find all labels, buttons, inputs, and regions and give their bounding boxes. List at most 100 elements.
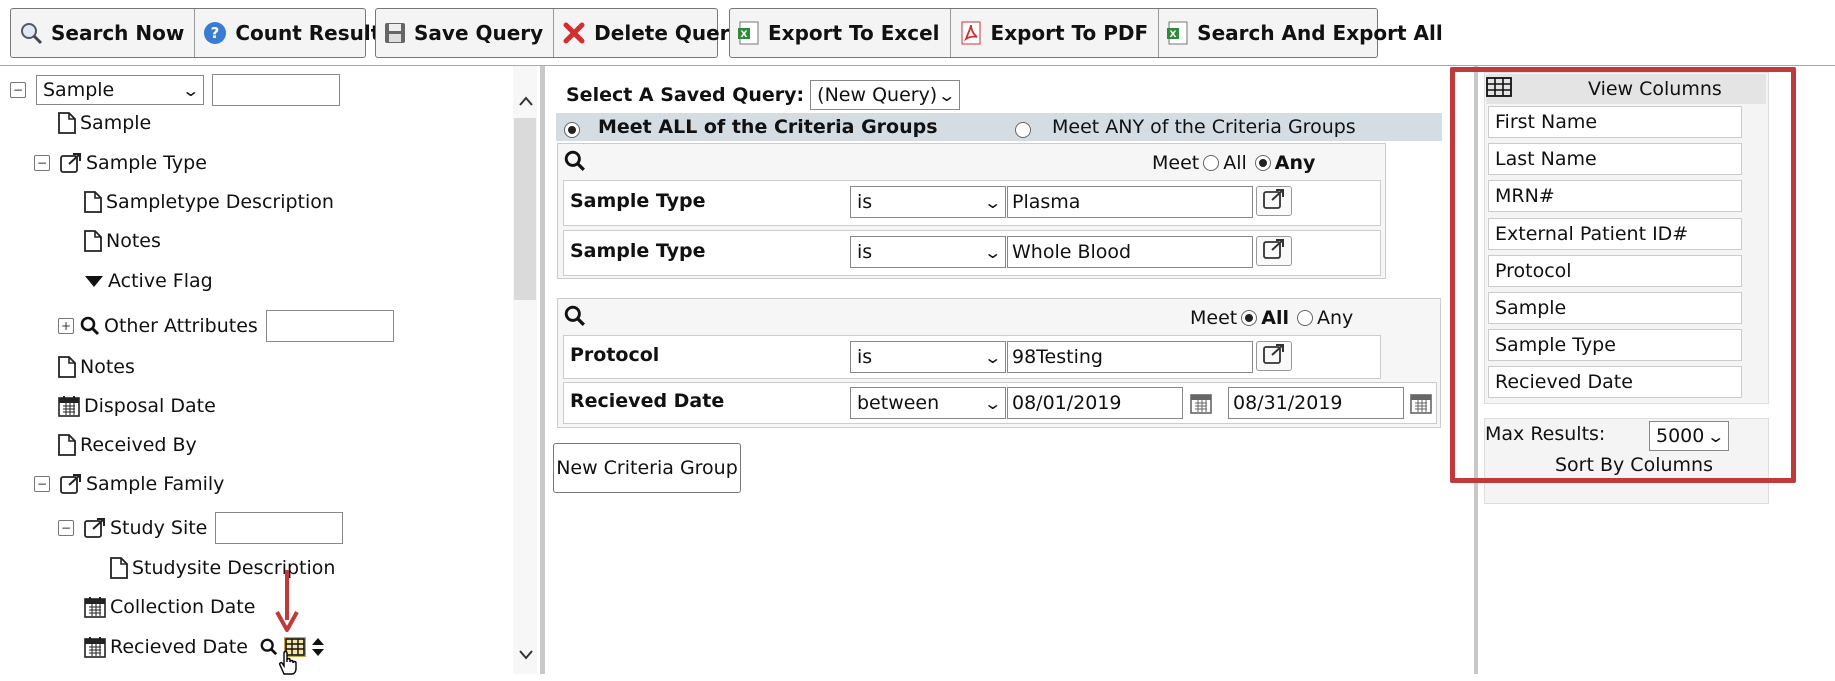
operator-value: is bbox=[857, 346, 873, 368]
collapse-icon[interactable]: − bbox=[58, 520, 74, 536]
delete-query-button[interactable]: Delete Query bbox=[554, 9, 752, 57]
match-any-radio[interactable] bbox=[1296, 310, 1313, 326]
external-link-icon bbox=[1263, 343, 1285, 370]
tree-item-notes[interactable]: Notes bbox=[84, 230, 161, 252]
magnifier-icon bbox=[564, 305, 586, 332]
tree-item-sample[interactable]: Sample bbox=[58, 112, 151, 134]
tree-item-received-by[interactable]: Received By bbox=[58, 434, 197, 456]
date-from-input[interactable]: 08/01/2019 bbox=[1007, 387, 1183, 419]
calendar-icon bbox=[84, 636, 106, 658]
tree-item-notes[interactable]: Notes bbox=[58, 356, 135, 378]
document-icon bbox=[58, 112, 76, 134]
calendar-icon bbox=[58, 395, 80, 417]
collapse-icon[interactable]: − bbox=[10, 82, 26, 98]
criteria-row: Sample Type is ⌄ Plasma bbox=[563, 180, 1381, 226]
tree-item-other-attributes[interactable]: + Other Attributes bbox=[58, 310, 394, 342]
meet-any-groups-radio[interactable] bbox=[1015, 118, 1031, 140]
magnifier-icon bbox=[19, 21, 43, 45]
document-icon bbox=[84, 230, 102, 252]
external-link-icon bbox=[60, 473, 82, 495]
excel-icon: X bbox=[738, 21, 760, 45]
pdf-icon bbox=[959, 21, 983, 45]
criteria-value-input[interactable]: Whole Blood bbox=[1007, 236, 1253, 268]
excel-icon: X bbox=[1167, 21, 1189, 45]
hand-cursor-icon bbox=[276, 650, 302, 681]
study-site-input[interactable] bbox=[215, 512, 344, 544]
root-filter-input[interactable] bbox=[212, 74, 340, 106]
date-to-input[interactable]: 08/31/2019 bbox=[1228, 387, 1404, 419]
search-button-group: Search Now ? Count Results bbox=[10, 8, 392, 58]
saved-query-value: (New Query) bbox=[817, 84, 938, 106]
count-results-button[interactable]: ? Count Results bbox=[195, 9, 402, 57]
query-button-group: Save Query Delete Query bbox=[375, 8, 743, 58]
collapse-icon[interactable]: − bbox=[34, 155, 50, 171]
tree-item-active-flag[interactable]: Active Flag bbox=[84, 270, 213, 292]
scroll-up-icon[interactable] bbox=[519, 90, 533, 111]
criteria-value-input[interactable]: 98Testing bbox=[1007, 341, 1253, 373]
tree-item-label: Recieved Date bbox=[110, 636, 248, 658]
search-now-button[interactable]: Search Now bbox=[11, 9, 196, 57]
lookup-button[interactable] bbox=[1256, 186, 1292, 216]
new-criteria-group-button[interactable]: New Criteria Group bbox=[553, 443, 741, 493]
chevron-down-icon: ⌄ bbox=[180, 80, 200, 100]
operator-select[interactable]: is ⌄ bbox=[850, 186, 1006, 218]
operator-select[interactable]: is ⌄ bbox=[850, 236, 1006, 268]
calendar-icon[interactable] bbox=[1190, 392, 1212, 419]
tree-item-study-site[interactable]: − Study Site bbox=[58, 512, 344, 544]
tree-item-sample-type[interactable]: − Sample Type bbox=[34, 152, 207, 174]
external-link-icon bbox=[1263, 238, 1285, 265]
red-x-icon bbox=[562, 21, 586, 45]
saved-query-label: Select A Saved Query: bbox=[566, 84, 805, 106]
chevron-down-icon: ⌄ bbox=[982, 192, 1002, 212]
search-now-label: Search Now bbox=[51, 21, 185, 45]
tree-item-studysite-description[interactable]: Studysite Description bbox=[110, 557, 335, 579]
criteria-row: Protocol is ⌄ 98Testing bbox=[563, 335, 1381, 379]
sort-icon[interactable] bbox=[311, 637, 325, 657]
caret-down-icon bbox=[84, 274, 104, 288]
other-attributes-input[interactable] bbox=[265, 310, 394, 342]
new-criteria-group-label: New Criteria Group bbox=[556, 457, 738, 479]
external-link-icon bbox=[60, 152, 82, 174]
operator-value: between bbox=[857, 392, 940, 414]
export-pdf-label: Export To PDF bbox=[990, 21, 1149, 45]
lookup-button[interactable] bbox=[1256, 341, 1292, 371]
count-results-label: Count Results bbox=[235, 21, 393, 45]
root-entity-select[interactable]: Sample ⌄ bbox=[36, 75, 204, 105]
criteria-field-label: Sample Type bbox=[570, 190, 706, 212]
export-pdf-button[interactable]: Export To PDF bbox=[951, 9, 1160, 57]
search-export-all-button[interactable]: X Search And Export All bbox=[1159, 9, 1453, 57]
criteria-value-input[interactable]: Plasma bbox=[1007, 186, 1253, 218]
external-link-icon bbox=[1263, 188, 1285, 215]
scroll-down-icon[interactable] bbox=[519, 643, 533, 665]
tree-item-sample-family[interactable]: − Sample Family bbox=[34, 473, 224, 495]
export-excel-button[interactable]: X Export To Excel bbox=[730, 9, 951, 57]
match-all-radio[interactable] bbox=[1203, 155, 1220, 171]
meet-all-groups-radio[interactable] bbox=[564, 118, 580, 140]
pane-splitter[interactable] bbox=[540, 66, 545, 674]
criteria-value: 98Testing bbox=[1012, 346, 1103, 368]
group-2-match-options: Meet All Any bbox=[1190, 307, 1353, 329]
lookup-button[interactable] bbox=[1256, 236, 1292, 266]
svg-text:X: X bbox=[1170, 30, 1177, 40]
tree-item-collection-date[interactable]: Collection Date bbox=[84, 596, 255, 618]
tree-item-disposal-date[interactable]: Disposal Date bbox=[58, 395, 216, 417]
collapse-icon[interactable]: − bbox=[34, 476, 50, 492]
export-excel-label: Export To Excel bbox=[768, 21, 940, 45]
match-any-radio[interactable] bbox=[1254, 155, 1271, 171]
calendar-icon[interactable] bbox=[1410, 392, 1432, 419]
operator-select[interactable]: between ⌄ bbox=[850, 387, 1006, 419]
tree-item-label: Sampletype Description bbox=[106, 191, 334, 213]
criteria-group-1: Meet All Any Sample Type is ⌄ Plasma Sam… bbox=[557, 143, 1386, 279]
tree-scrollbar[interactable] bbox=[513, 66, 537, 674]
save-query-button[interactable]: Save Query bbox=[376, 9, 555, 57]
tree-item-label: Notes bbox=[80, 356, 135, 378]
tree-item-sampletype-description[interactable]: Sampletype Description bbox=[84, 191, 334, 213]
match-all-radio[interactable] bbox=[1241, 310, 1258, 326]
expand-icon[interactable]: + bbox=[58, 318, 74, 334]
operator-select[interactable]: is ⌄ bbox=[850, 341, 1006, 373]
scroll-thumb[interactable] bbox=[514, 118, 536, 300]
saved-query-select[interactable]: (New Query) ⌄ bbox=[810, 80, 961, 110]
criteria-value: Plasma bbox=[1012, 191, 1081, 213]
annotation-arrow bbox=[275, 570, 299, 639]
root-entity-value: Sample bbox=[43, 79, 115, 101]
